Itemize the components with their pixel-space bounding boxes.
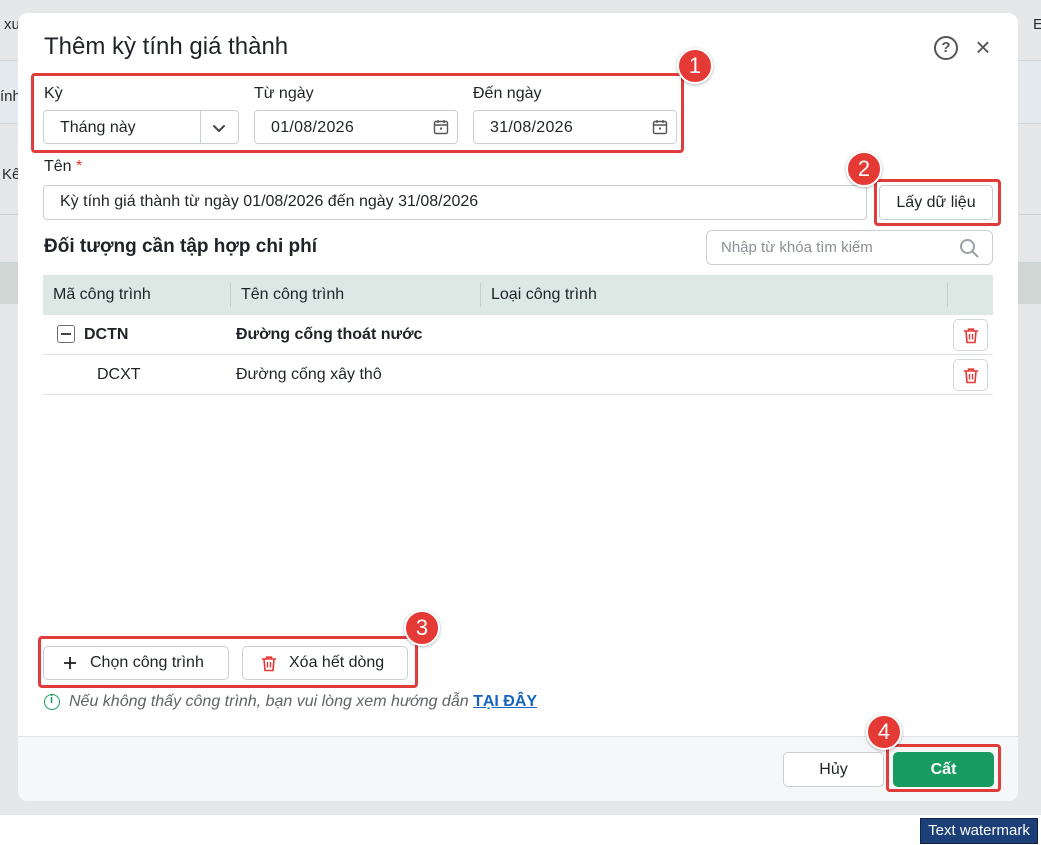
name-input[interactable]: Kỳ tính giá thành từ ngày 01/08/2026 đến… bbox=[43, 185, 867, 220]
delete-row-button[interactable] bbox=[953, 319, 988, 351]
highlight-box-3 bbox=[38, 636, 418, 688]
highlight-box-1 bbox=[31, 73, 684, 153]
name-label: Tên * bbox=[44, 158, 82, 176]
table-row[interactable]: DCXT Đường cống xây thô bbox=[43, 355, 993, 395]
help-note-text: Nếu không thấy công trình, bạn vui lòng … bbox=[69, 693, 537, 711]
highlight-box-2 bbox=[874, 179, 1001, 226]
required-mark: * bbox=[76, 158, 83, 175]
search-input[interactable] bbox=[721, 239, 951, 256]
step-badge-1: 1 bbox=[677, 48, 713, 84]
row-name: Đường cống xây thô bbox=[236, 366, 382, 383]
highlight-box-4 bbox=[886, 744, 1001, 792]
cost-object-table: Mã công trình Tên công trình Loại công t… bbox=[43, 275, 993, 395]
step-badge-2: 2 bbox=[846, 151, 882, 187]
column-header-code[interactable]: Mã công trình bbox=[43, 275, 151, 315]
cancel-button[interactable]: Hủy bbox=[783, 752, 884, 787]
info-icon bbox=[44, 694, 60, 710]
step-badge-3: 3 bbox=[404, 610, 440, 646]
name-label-text: Tên bbox=[44, 158, 72, 175]
column-header-type[interactable]: Loại công trình bbox=[481, 275, 597, 315]
close-icon[interactable]: × bbox=[971, 33, 995, 61]
section-title: Đối tượng cần tập hợp chi phí bbox=[44, 236, 317, 257]
help-icon[interactable]: ? bbox=[934, 36, 958, 60]
trash-icon bbox=[963, 368, 979, 384]
watermark-label: Text watermark bbox=[920, 818, 1038, 844]
dialog-title: Thêm kỳ tính giá thành bbox=[44, 33, 289, 60]
dialog-footer: Hủy Cất bbox=[18, 736, 1018, 801]
row-code: DCTN bbox=[84, 326, 129, 343]
help-note-message: Nếu không thấy công trình, bạn vui lòng … bbox=[69, 693, 474, 710]
table-header: Mã công trình Tên công trình Loại công t… bbox=[43, 275, 993, 315]
column-divider bbox=[947, 283, 948, 307]
search-box[interactable] bbox=[706, 230, 993, 265]
help-link[interactable]: TẠI ĐÂY bbox=[473, 693, 537, 710]
row-code: DCXT bbox=[97, 366, 141, 383]
row-name: Đường cống thoát nước bbox=[236, 326, 423, 343]
column-header-name[interactable]: Tên công trình bbox=[231, 275, 344, 315]
step-badge-4: 4 bbox=[866, 714, 902, 750]
collapse-icon[interactable] bbox=[57, 325, 75, 343]
background-text: E bbox=[1033, 16, 1041, 33]
table-row[interactable]: DCTN Đường cống thoát nước bbox=[43, 315, 993, 355]
search-icon[interactable] bbox=[959, 238, 979, 258]
trash-icon bbox=[963, 328, 979, 344]
delete-row-button[interactable] bbox=[953, 359, 988, 391]
